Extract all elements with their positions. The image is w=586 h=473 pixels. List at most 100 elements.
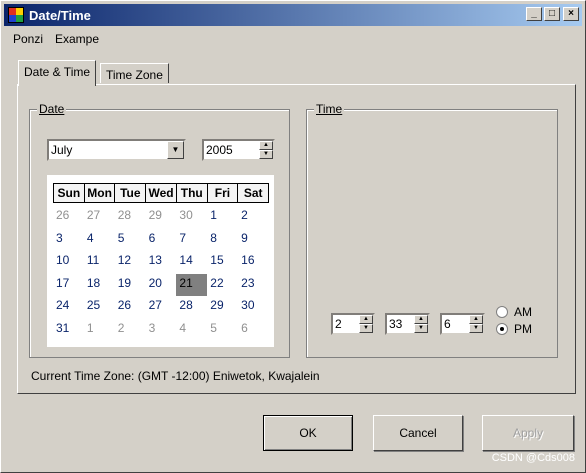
time-group-label: Time: [314, 102, 345, 116]
calendar-day[interactable]: 15: [207, 251, 238, 274]
calendar-day[interactable]: 7: [176, 229, 207, 252]
calendar-day[interactable]: 5: [207, 319, 238, 342]
calendar-day[interactable]: 28: [115, 206, 146, 229]
calendar-day[interactable]: 22: [207, 274, 238, 297]
calendar-day[interactable]: 9: [238, 229, 269, 252]
weekday-header: Sun: [53, 183, 84, 202]
month-value: July: [51, 143, 73, 157]
pm-radio[interactable]: [496, 323, 508, 335]
calendar-day[interactable]: 30: [176, 206, 207, 229]
weekday-header: Fri: [206, 183, 238, 202]
spin-up-icon[interactable]: ▲: [414, 315, 428, 324]
second-spinner[interactable]: 6 ▲ ▼: [440, 313, 485, 335]
tab-date-time-label: Date & Time: [24, 65, 91, 79]
month-calendar[interactable]: Sun Mon Tue Wed Thu Fri Sat 26 27 28 29 30 1 2 3 4 5 6 7 8…: [47, 175, 274, 347]
calendar-day[interactable]: 26: [115, 296, 146, 319]
calendar-day[interactable]: 1: [84, 319, 115, 342]
calendar-weekday-header: Sun Mon Tue Wed Thu Fri Sat: [53, 183, 270, 203]
calendar-day[interactable]: 2: [238, 206, 269, 229]
calendar-day[interactable]: 1: [207, 206, 238, 229]
spin-down-icon[interactable]: ▼: [359, 324, 373, 333]
window-title: Date/Time: [29, 8, 91, 23]
spin-up-icon[interactable]: ▲: [469, 315, 483, 324]
menu-exampe[interactable]: Exampe: [55, 32, 99, 46]
calendar-day[interactable]: 4: [84, 229, 115, 252]
weekday-header: Mon: [83, 183, 115, 202]
hour-value: 2: [335, 317, 342, 331]
current-time-zone-text: Current Time Zone: (GMT -12:00) Eniwetok…: [31, 369, 320, 383]
ok-button[interactable]: OK: [263, 415, 353, 451]
minute-spinner[interactable]: 33 ▲ ▼: [385, 313, 430, 335]
spin-down-icon[interactable]: ▼: [469, 324, 483, 333]
tab-time-zone-label: Time Zone: [106, 68, 163, 82]
calendar-day[interactable]: 18: [84, 274, 115, 297]
am-label[interactable]: AM: [514, 305, 532, 319]
tab-time-zone[interactable]: Time Zone: [100, 63, 169, 83]
calendar-day[interactable]: 20: [146, 274, 177, 297]
year-spinner[interactable]: 2005 ▲ ▼: [202, 139, 275, 161]
calendar-day[interactable]: 3: [146, 319, 177, 342]
calendar-day[interactable]: 11: [84, 251, 115, 274]
calendar-day[interactable]: 27: [146, 296, 177, 319]
date-time-window: Date/Time _ □ × Ponzi Exampe Date & Time…: [0, 0, 586, 473]
weekday-header: Wed: [145, 183, 176, 202]
calendar-day[interactable]: 6: [146, 229, 177, 252]
hour-spinner[interactable]: 2 ▲ ▼: [331, 313, 375, 335]
close-icon: ×: [568, 8, 574, 19]
minute-spin-buttons: ▲ ▼: [414, 315, 428, 333]
weekday-header: Thu: [175, 183, 207, 202]
calendar-day[interactable]: 3: [53, 229, 84, 252]
am-radio[interactable]: [496, 306, 508, 318]
calendar-day[interactable]: 29: [146, 206, 177, 229]
calendar-day[interactable]: 6: [238, 319, 269, 342]
calendar-day[interactable]: 13: [146, 251, 177, 274]
calendar-day[interactable]: 4: [176, 319, 207, 342]
date-group-label-text: Date: [39, 102, 65, 116]
chevron-down-icon[interactable]: ▼: [167, 141, 184, 159]
minimize-button[interactable]: _: [526, 7, 542, 21]
year-value: 2005: [206, 143, 233, 157]
menu-ponzi[interactable]: Ponzi: [13, 32, 43, 46]
year-spin-buttons: ▲ ▼: [259, 141, 273, 159]
maximize-button[interactable]: □: [544, 7, 560, 21]
calendar-day[interactable]: 28: [176, 296, 207, 319]
calendar-day[interactable]: 2: [115, 319, 146, 342]
month-combobox[interactable]: July ▼: [47, 139, 186, 161]
calendar-day[interactable]: 24: [53, 296, 84, 319]
calendar-day[interactable]: 23: [238, 274, 269, 297]
time-group-label-text: Time: [316, 102, 343, 116]
spin-up-icon[interactable]: ▲: [259, 141, 273, 150]
spin-down-icon[interactable]: ▼: [259, 150, 273, 159]
minute-value: 33: [389, 317, 403, 331]
calendar-day[interactable]: 26: [53, 206, 84, 229]
tab-date-time[interactable]: Date & Time: [18, 60, 97, 86]
app-icon: [8, 7, 24, 23]
calendar-day[interactable]: 25: [84, 296, 115, 319]
calendar-day[interactable]: 10: [53, 251, 84, 274]
minimize-icon: _: [531, 8, 537, 19]
calendar-day[interactable]: 17: [53, 274, 84, 297]
calendar-day[interactable]: 31: [53, 319, 84, 342]
calendar-day[interactable]: 30: [238, 296, 269, 319]
calendar-day[interactable]: 14: [176, 251, 207, 274]
apply-button[interactable]: Apply: [482, 415, 574, 451]
spin-down-icon[interactable]: ▼: [414, 324, 428, 333]
maximize-icon: □: [548, 8, 556, 19]
calendar-day[interactable]: 5: [115, 229, 146, 252]
second-spin-buttons: ▲ ▼: [469, 315, 483, 333]
calendar-day[interactable]: 19: [115, 274, 146, 297]
calendar-day[interactable]: 8: [207, 229, 238, 252]
calendar-day[interactable]: 27: [84, 206, 115, 229]
second-value: 6: [444, 317, 451, 331]
title-bar[interactable]: Date/Time _ □ ×: [4, 4, 582, 26]
date-group-label: Date: [37, 102, 67, 116]
calendar-day[interactable]: 29: [207, 296, 238, 319]
pm-label[interactable]: PM: [514, 322, 532, 336]
calendar-day[interactable]: 16: [238, 251, 269, 274]
calendar-day-selected[interactable]: 21: [176, 273, 208, 296]
hour-spin-buttons: ▲ ▼: [359, 315, 373, 333]
calendar-day[interactable]: 12: [115, 251, 146, 274]
spin-up-icon[interactable]: ▲: [359, 315, 373, 324]
close-button[interactable]: ×: [563, 7, 579, 21]
cancel-button[interactable]: Cancel: [373, 415, 463, 451]
